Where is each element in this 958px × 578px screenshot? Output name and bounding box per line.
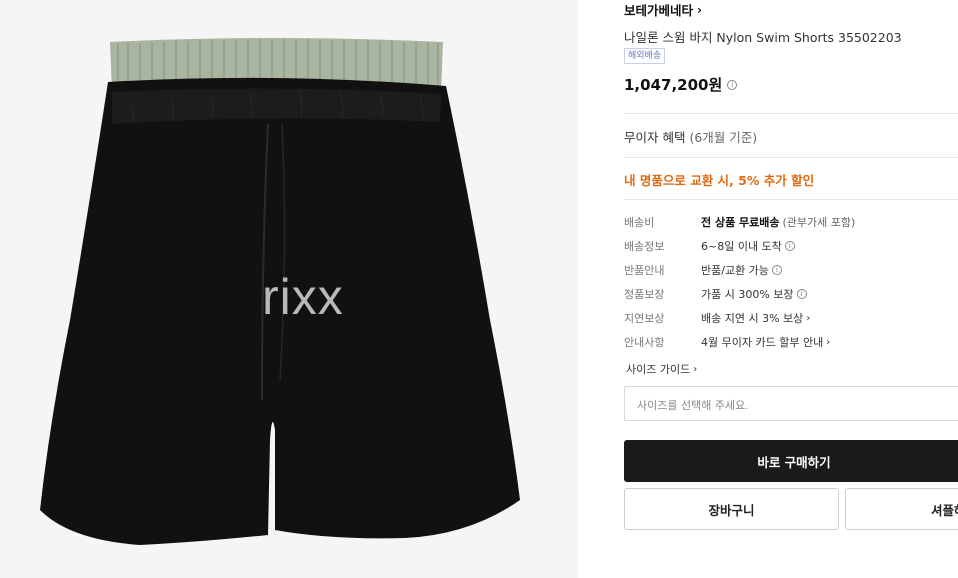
info-icon[interactable]: i xyxy=(784,241,795,251)
chevron-right-icon: › xyxy=(693,363,698,375)
return-text: 반품/교환 가능 xyxy=(701,264,769,277)
chevron-right-icon: › xyxy=(826,336,831,348)
spec-value: 6~8일 이내 도착 i xyxy=(701,238,795,254)
spec-value: 4월 무이자 카드 할부 안내 › xyxy=(701,334,830,350)
chevron-right-icon: › xyxy=(806,312,811,324)
trade-in-promo[interactable]: 내 명품으로 교환 시, 5% 추가 할인 xyxy=(624,170,814,189)
overseas-shipping-badge: 해외배송 xyxy=(624,48,666,64)
product-price: 1,047,200원 i xyxy=(624,74,738,95)
spec-label: 배송정보 xyxy=(624,240,665,253)
buy-now-button[interactable]: 바로 구매하기 xyxy=(624,440,958,482)
showroom-button[interactable]: 셔플하 xyxy=(845,488,958,530)
product-image[interactable]: rixx xyxy=(0,0,578,578)
spec-label: 배송비 xyxy=(624,216,655,229)
spec-value: 가품 시 300% 보장 i xyxy=(701,286,807,302)
info-icon[interactable]: i xyxy=(796,289,807,299)
size-guide-link[interactable]: 사이즈 가이드 › xyxy=(626,361,697,377)
brand-name: 보테가베네타 xyxy=(624,3,694,18)
duty-included-text: (관부가세 포함) xyxy=(782,216,856,229)
benefit-sub: (6개월 기준) xyxy=(689,130,758,145)
brand-link[interactable]: 보테가베네타 › xyxy=(624,0,702,19)
size-select[interactable]: 사이즈를 선택해 주세요. xyxy=(624,386,958,421)
spec-value: 반품/교환 가능 i xyxy=(701,262,782,278)
spec-row-authenticity: 정품보장 가품 시 300% 보장 i xyxy=(624,286,807,302)
spec-label: 안내사항 xyxy=(624,336,665,349)
spec-row-shipping-fee: 배송비 전 상품 무료배송 (관부가세 포함) xyxy=(624,214,855,230)
spec-value: 전 상품 무료배송 (관부가세 포함) xyxy=(701,214,855,230)
spec-label: 정품보장 xyxy=(624,288,665,301)
info-icon[interactable]: i xyxy=(771,265,782,275)
authenticity-text: 가품 시 300% 보장 xyxy=(701,288,794,301)
divider xyxy=(624,199,958,200)
spec-row-delay-compensation[interactable]: 지연보상 배송 지연 시 3% 보상 › xyxy=(624,310,810,326)
benefit-label: 무이자 혜택 xyxy=(624,130,686,145)
info-icon[interactable]: i xyxy=(727,79,738,90)
chevron-right-icon: › xyxy=(697,2,702,17)
product-detail-page: rixx 보테가베네타 › 나일론 스윔 바지 Nylon Swim Short… xyxy=(0,0,958,578)
spec-row-notice[interactable]: 안내사항 4월 무이자 카드 할부 안내 › xyxy=(624,334,830,350)
spec-label: 반품안내 xyxy=(624,264,665,277)
interest-free-benefit[interactable]: 무이자 혜택 (6개월 기준) xyxy=(624,127,757,146)
spec-row-return-info: 반품안내 반품/교환 가능 i xyxy=(624,262,782,278)
spec-row-delivery-info: 배송정보 6~8일 이내 도착 i xyxy=(624,238,795,254)
divider xyxy=(624,157,958,158)
delay-compensation-text: 배송 지연 시 3% 보상 xyxy=(701,312,804,325)
spec-label: 지연보상 xyxy=(624,312,665,325)
add-to-cart-button[interactable]: 장바구니 xyxy=(624,488,839,530)
product-title: 나일론 스윔 바지 Nylon Swim Shorts 35502203 xyxy=(624,30,902,45)
watermark-text: rixx xyxy=(262,269,344,325)
spec-value: 배송 지연 시 3% 보상 › xyxy=(701,310,810,326)
divider xyxy=(624,113,958,114)
free-shipping-text: 전 상품 무료배송 xyxy=(701,216,780,229)
card-installment-text: 4월 무이자 카드 할부 안내 xyxy=(701,336,824,349)
price-value: 1,047,200원 xyxy=(624,76,723,94)
size-guide-label: 사이즈 가이드 xyxy=(626,363,691,376)
delivery-days-text: 6~8일 이내 도착 xyxy=(701,240,782,253)
